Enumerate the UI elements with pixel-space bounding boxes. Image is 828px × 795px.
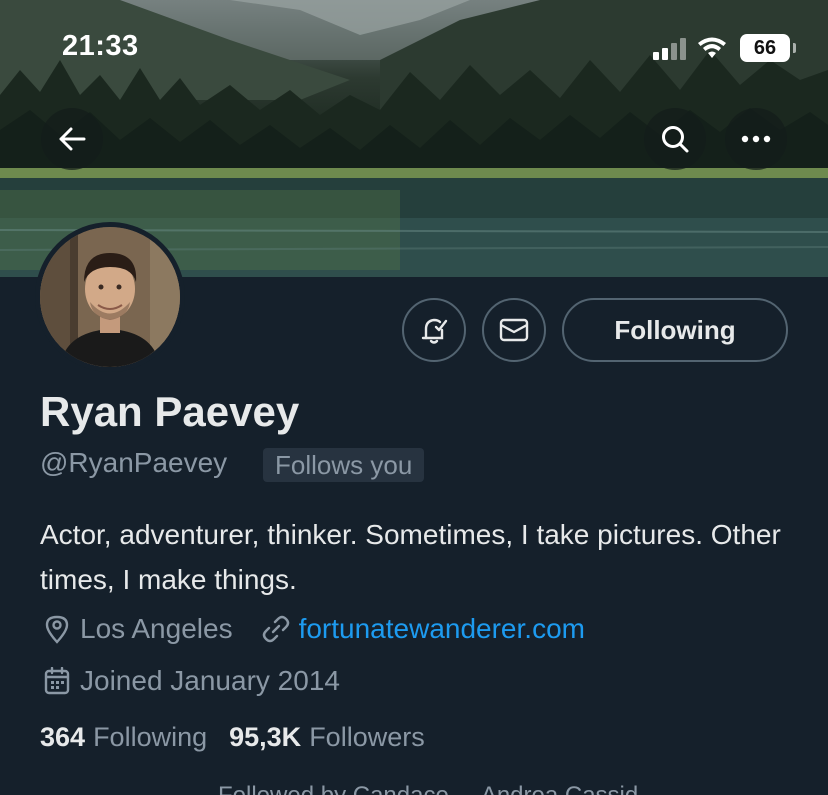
location-pin-icon: [40, 612, 74, 646]
profile-joined-date: Joined January 2014: [80, 665, 340, 696]
bell-check-icon: [421, 318, 448, 344]
status-time: 21:33: [62, 30, 139, 62]
status-indicators: 66: [653, 34, 796, 62]
profile-handle: @RyanPaevey: [40, 447, 228, 478]
search-button[interactable]: [644, 108, 706, 170]
profile-name: Ryan Paevey: [40, 388, 300, 435]
followers-stat-link[interactable]: 95,3K Followers: [229, 722, 425, 753]
more-options-button[interactable]: [725, 108, 787, 170]
avatar[interactable]: [35, 222, 185, 372]
search-icon: [662, 126, 689, 153]
followers-count: 95,3K: [229, 722, 302, 752]
avatar-photo: [40, 227, 180, 367]
notifications-button[interactable]: [402, 298, 466, 362]
followers-label: Followers: [309, 722, 425, 752]
cellular-signal-icon: [653, 36, 686, 60]
envelope-icon: [499, 318, 529, 342]
calendar-icon: [40, 664, 74, 698]
following-count: 364: [40, 722, 86, 752]
following-label: Following: [93, 722, 208, 752]
more-horizontal-icon: [741, 135, 771, 143]
profile-stats: 364 Following 95,3K Followers: [40, 722, 425, 753]
follows-you-badge: Follows you: [263, 448, 425, 482]
message-button[interactable]: [482, 298, 546, 362]
profile-bio: Actor, adventurer, thinker. Sometimes, I…: [40, 519, 781, 595]
profile-website-link[interactable]: fortunatewanderer.com: [299, 613, 585, 645]
profile-meta-row: Los Angeles fortunatewanderer.com: [40, 612, 585, 646]
followed-by-text[interactable]: Followed by Candace ... Andrea Cassid...: [218, 782, 658, 795]
link-icon: [259, 612, 293, 646]
battery-indicator: 66: [740, 34, 796, 62]
following-button[interactable]: Following: [562, 298, 788, 362]
profile-joined-row: Joined January 2014: [40, 664, 340, 698]
profile-location: Los Angeles: [80, 613, 233, 644]
wifi-icon: [698, 37, 726, 58]
back-button[interactable]: [41, 108, 103, 170]
arrow-left-icon: [59, 127, 86, 151]
following-stat-link[interactable]: 364 Following: [40, 722, 207, 753]
